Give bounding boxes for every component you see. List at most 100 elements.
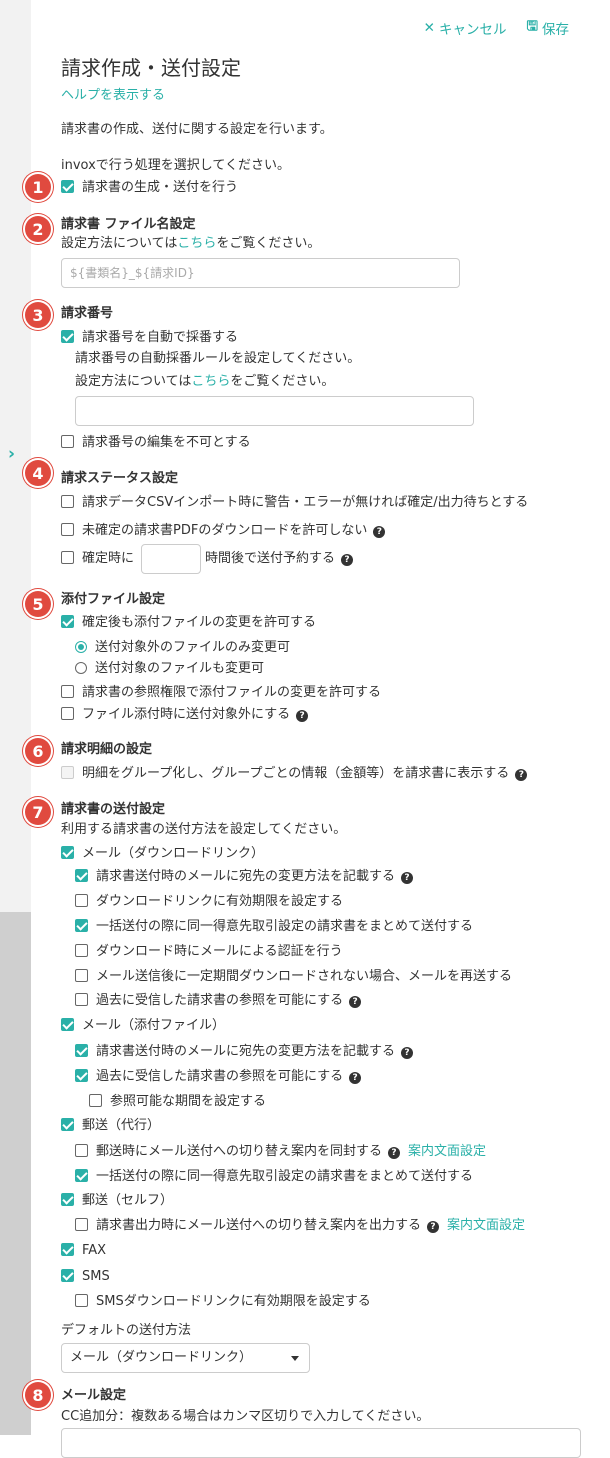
post-self-checkbox[interactable]: 郵送（セルフ）: [61, 1192, 173, 1210]
checkbox-icon[interactable]: [61, 435, 74, 448]
help-link[interactable]: ヘルプを表示する: [61, 87, 165, 105]
section-number-badge: 8: [25, 1382, 51, 1408]
sms-checkbox[interactable]: SMS: [61, 1268, 110, 1286]
exclude-on-attach-checkbox[interactable]: ファイル添付時に送付対象外にする?: [61, 706, 309, 724]
close-icon: ✕: [423, 19, 435, 36]
checkbox-checked-icon[interactable]: [61, 330, 74, 343]
post-self-opt1-checkbox[interactable]: 請求書出力時にメール送付への切り替え案内を出力する? 案内文面設定: [75, 1217, 525, 1235]
mail-dl-opt3-checkbox[interactable]: 一括送付の際に同一得意先取引設定の請求書をまとめて送付する: [75, 918, 473, 936]
help-icon[interactable]: ?: [388, 1147, 401, 1159]
checkbox-checked-icon[interactable]: [75, 1044, 88, 1057]
help-icon[interactable]: ?: [296, 710, 309, 722]
checkbox-checked-icon[interactable]: [61, 1269, 74, 1282]
mail-download-checkbox[interactable]: メール（ダウンロードリンク）: [61, 845, 264, 863]
cancel-button[interactable]: ✕ キャンセル: [424, 16, 507, 39]
checkbox-icon[interactable]: [61, 685, 74, 698]
checkbox-checked-icon[interactable]: [61, 846, 74, 859]
post-self-guide-link[interactable]: 案内文面設定: [447, 1218, 525, 1233]
mail-att-opt3-checkbox[interactable]: 参照可能な期間を設定する: [89, 1093, 266, 1111]
checkbox-icon[interactable]: [61, 551, 74, 564]
sms-opt1-checkbox[interactable]: SMSダウンロードリンクに有効期限を設定する: [75, 1293, 371, 1311]
checkbox-icon[interactable]: [75, 944, 88, 957]
checkbox-icon[interactable]: [75, 1294, 88, 1307]
checkbox-checked-icon[interactable]: [61, 180, 74, 193]
page-description: 請求書の作成、送付に関する設定を行います。: [61, 122, 333, 137]
checkbox-checked-icon[interactable]: [61, 1193, 74, 1206]
checkbox-icon[interactable]: [61, 707, 74, 720]
auto-number-rule-input[interactable]: [75, 396, 474, 426]
checkbox-disabled-icon: [61, 766, 74, 779]
generate-send-checkbox[interactable]: 請求書の生成・送付を行う: [61, 179, 238, 197]
ref-perm-checkbox[interactable]: 請求書の参照権限で添付ファイルの変更を許可する: [61, 684, 381, 702]
checkbox-checked-icon[interactable]: [75, 869, 88, 882]
mail-dl-opt6-checkbox[interactable]: 過去に受信した請求書の参照を可能にする?: [75, 992, 362, 1010]
radio-selected-icon[interactable]: [75, 641, 87, 653]
radio-target-files[interactable]: 送付対象のファイルも変更可: [75, 660, 264, 678]
post-agent-opt1-checkbox[interactable]: 郵送時にメール送付への切り替え案内を同封する? 案内文面設定: [75, 1143, 486, 1161]
delivery-heading: 請求書の送付設定: [61, 802, 166, 817]
help-icon[interactable]: ?: [427, 1221, 440, 1233]
no-edit-checkbox[interactable]: 請求番号の編集を不可とする: [61, 434, 251, 452]
checkbox-icon[interactable]: [89, 1094, 102, 1107]
group-details-checkbox[interactable]: 明細をグループ化し、グループごとの情報（金額等）を請求書に表示する?: [61, 765, 528, 783]
pdf-download-checkbox[interactable]: 未確定の請求書PDFのダウンロードを許可しない?: [61, 522, 386, 540]
checkbox-icon[interactable]: [61, 523, 74, 536]
page-title: 請求作成・送付設定: [61, 56, 241, 80]
checkbox-icon[interactable]: [61, 495, 74, 508]
filename-help-text: 設定方法についてはこちらをご覧ください。: [61, 236, 321, 251]
default-method-label: デフォルトの送付方法: [61, 1323, 192, 1338]
cc-input[interactable]: [61, 1428, 581, 1458]
post-agent-opt2-checkbox[interactable]: 一括送付の際に同一得意先取引設定の請求書をまとめて送付する: [75, 1168, 473, 1186]
default-method-select[interactable]: メール（ダウンロードリンク）: [61, 1343, 310, 1373]
confirm-hours-input[interactable]: [141, 544, 201, 574]
checkbox-icon[interactable]: [75, 894, 88, 907]
post-agent-guide-link[interactable]: 案内文面設定: [408, 1144, 486, 1159]
checkbox-checked-icon[interactable]: [61, 615, 74, 628]
sidebar-toggle-chevron-icon[interactable]: ›: [8, 444, 15, 464]
checkbox-icon[interactable]: [75, 993, 88, 1006]
auto-number-rule-text: 請求番号の自動採番ルールを設定してください。: [75, 351, 361, 366]
mail-attachment-checkbox[interactable]: メール（添付ファイル）: [61, 1017, 225, 1035]
invoice-number-heading: 請求番号: [61, 306, 114, 321]
auto-number-checkbox[interactable]: 請求番号を自動で採番する: [61, 329, 238, 347]
allow-change-checkbox[interactable]: 確定後も添付ファイルの変更を許可する: [61, 614, 316, 632]
mail-dl-opt2-checkbox[interactable]: ダウンロードリンクに有効期限を設定する: [75, 893, 343, 911]
checkbox-checked-icon[interactable]: [61, 1243, 74, 1256]
auto-number-help-text: 設定方法についてはこちらをご覧ください。: [75, 374, 335, 389]
checkbox-checked-icon[interactable]: [61, 1118, 74, 1131]
post-agent-checkbox[interactable]: 郵送（代行）: [61, 1117, 160, 1135]
status-heading: 請求ステータス設定: [61, 471, 179, 486]
help-icon[interactable]: ?: [401, 1047, 414, 1059]
detail-heading: 請求明細の設定: [61, 742, 153, 757]
mail-dl-opt1-checkbox[interactable]: 請求書送付時のメールに宛先の変更方法を記載する?: [75, 868, 414, 886]
checkbox-checked-icon[interactable]: [75, 1069, 88, 1082]
save-button[interactable]: 🖫 保存: [526, 16, 569, 39]
checkbox-icon[interactable]: [75, 969, 88, 982]
section-number-badge: 1: [25, 174, 51, 200]
help-icon[interactable]: ?: [401, 872, 414, 884]
auto-number-help-link[interactable]: こちら: [191, 374, 230, 389]
checkbox-checked-icon[interactable]: [61, 1018, 74, 1031]
confirm-schedule-checkbox[interactable]: 確定時に: [61, 550, 134, 568]
csv-import-checkbox[interactable]: 請求データCSVインポート時に警告・エラーが無ければ確定/出力待ちとする: [61, 494, 528, 512]
help-icon[interactable]: ?: [515, 769, 528, 781]
section-number-badge: 3: [25, 302, 51, 328]
mail-dl-opt4-checkbox[interactable]: ダウンロード時にメールによる認証を行う: [75, 943, 343, 961]
radio-outside-files[interactable]: 送付対象外のファイルのみ変更可: [75, 639, 290, 657]
mail-att-opt1-checkbox[interactable]: 請求書送付時のメールに宛先の変更方法を記載する?: [75, 1043, 414, 1061]
help-icon[interactable]: ?: [373, 526, 386, 538]
mail-dl-opt5-checkbox[interactable]: メール送信後に一定期間ダウンロードされない場合、メールを再送する: [75, 968, 512, 986]
checkbox-checked-icon[interactable]: [75, 919, 88, 932]
filename-help-link[interactable]: こちら: [177, 236, 216, 251]
help-icon[interactable]: ?: [349, 996, 362, 1008]
filename-input[interactable]: ${書類名}_${請求ID}: [61, 258, 460, 288]
fax-checkbox[interactable]: FAX: [61, 1242, 106, 1260]
section-number-badge: 4: [25, 460, 51, 486]
help-icon[interactable]: ?: [349, 1072, 362, 1084]
radio-icon[interactable]: [75, 662, 87, 674]
help-icon[interactable]: ?: [341, 554, 354, 566]
checkbox-icon[interactable]: [75, 1218, 88, 1231]
checkbox-icon[interactable]: [75, 1144, 88, 1157]
mail-att-opt2-checkbox[interactable]: 過去に受信した請求書の参照を可能にする?: [75, 1068, 362, 1086]
checkbox-checked-icon[interactable]: [75, 1169, 88, 1182]
